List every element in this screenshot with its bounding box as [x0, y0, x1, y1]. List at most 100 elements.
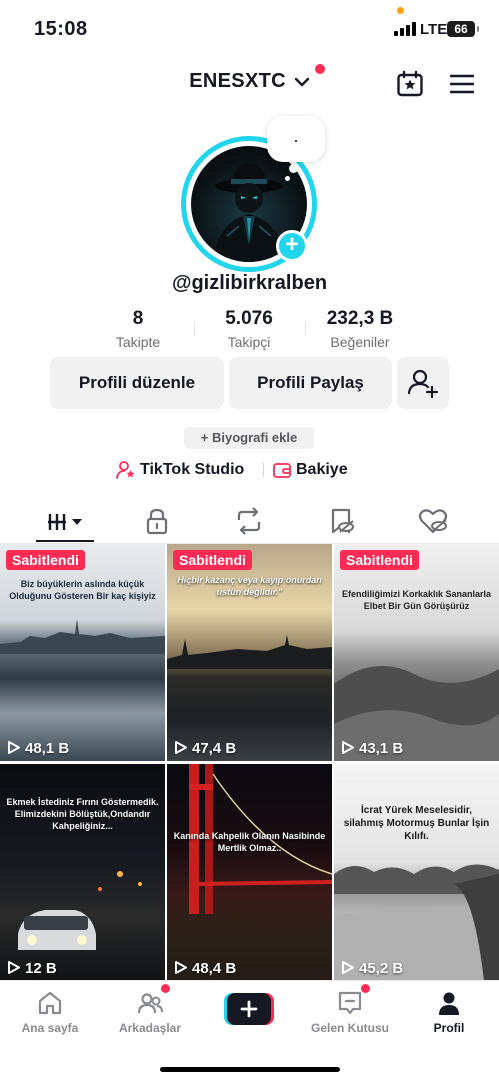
stat-followers[interactable]: 5.076 Takipçi	[189, 308, 309, 350]
nav-profile[interactable]: Profil	[404, 989, 494, 1035]
tab-reposts[interactable]	[229, 506, 269, 536]
pinned-badge: Sabitlendi	[340, 550, 419, 570]
nav-home[interactable]: Ana sayfa	[5, 989, 95, 1035]
video-thumbnail[interactable]: Ekmek İstediniz Fırını Göstermedik. Elim…	[0, 764, 165, 981]
network-label: LTE	[420, 21, 448, 38]
notification-dot	[361, 984, 370, 993]
play-icon	[175, 741, 187, 754]
repost-icon	[237, 507, 261, 535]
stat-label: Takipte	[115, 334, 161, 350]
inbox-icon	[338, 991, 362, 1015]
profile-tabs	[0, 500, 499, 544]
add-friend-button[interactable]	[397, 357, 449, 409]
battery-icon: 66	[447, 21, 479, 37]
video-grid: Sabitlendi Biz büyüklerin aslında küçük …	[0, 544, 499, 981]
video-thumbnail[interactable]: Kanında Kahpelik Olanın Nasibinde Mertli…	[167, 764, 332, 981]
tab-liked[interactable]	[413, 506, 453, 536]
account-name: ENESXTC	[189, 70, 286, 92]
nav-inbox-label: Gelen Kutusu	[310, 1021, 389, 1035]
bottom-navigation: Ana sayfa Arkadaşlar Gelen Kutusu Profil	[0, 980, 499, 1080]
bookmark-hidden-icon	[331, 508, 354, 534]
view-count: 43,1 B	[341, 740, 403, 757]
pinned-badge: Sabitlendi	[6, 550, 85, 570]
video-caption: İcrat Yürek Meselesidir, silahmış Motorm…	[343, 805, 490, 842]
skyline-shape	[0, 619, 165, 654]
stat-label: Takipçi	[227, 334, 271, 350]
chevron-down-icon	[294, 77, 309, 86]
pinned-badge: Sabitlendi	[173, 550, 252, 570]
profile-stats: 8 Takipte 5.076 Takipçi 232,3 B Beğenile…	[0, 308, 499, 358]
profile-links: TikTok Studio Bakiye	[0, 459, 499, 483]
play-icon	[8, 741, 20, 754]
privacy-indicator	[397, 7, 404, 14]
add-bio-button[interactable]: + Biyografi ekle	[184, 427, 314, 449]
play-icon	[342, 741, 354, 754]
notification-dot	[161, 984, 170, 993]
stat-value: 8	[132, 308, 144, 329]
create-button[interactable]	[224, 993, 274, 1025]
skyline-shape	[167, 635, 332, 669]
status-bar: 15:08 LTE 66	[0, 0, 499, 56]
home-icon	[38, 991, 62, 1015]
divider	[263, 463, 264, 477]
video-caption: Efendiliğimizi Korkaklık Sananlarla Elbe…	[341, 589, 492, 611]
play-icon	[175, 961, 187, 974]
video-caption: Biz büyüklerin aslında küçük Olduğunu Gö…	[9, 579, 156, 601]
add-user-icon	[407, 369, 439, 399]
share-profile-button[interactable]: Profili Paylaş	[229, 357, 392, 409]
video-thumbnail[interactable]: Sabitlendi Biz büyüklerin aslında küçük …	[0, 544, 165, 761]
view-count-text: 12 B	[25, 960, 57, 977]
wallet-icon	[273, 462, 291, 478]
balance-link[interactable]: Bakiye	[272, 459, 348, 481]
video-thumbnail[interactable]: Sabitlendi Efendiliğimizi Korkaklık Sana…	[334, 544, 499, 761]
view-count-text: 48,4 B	[192, 960, 237, 977]
nav-friends-label: Arkadaşlar	[118, 1021, 182, 1035]
view-count-text: 48,1 B	[25, 740, 70, 757]
signal-icon	[394, 22, 418, 36]
add-story-button[interactable]: +	[276, 230, 308, 262]
heart-hidden-icon	[418, 509, 448, 534]
video-thumbnail[interactable]: Sabitlendi Hiçbir kazanç veya kayıp onur…	[167, 544, 332, 761]
account-switcher[interactable]: ENESXTC	[0, 70, 499, 93]
tiktok-studio-label: TikTok Studio	[140, 461, 245, 478]
view-count-text: 45,2 B	[359, 960, 404, 977]
calendar-star-icon[interactable]	[396, 70, 424, 98]
stat-value: 232,3 B	[326, 308, 394, 329]
bridge-shape	[167, 764, 332, 981]
tab-private[interactable]	[137, 506, 177, 536]
nav-inbox[interactable]: Gelen Kutusu	[296, 989, 404, 1035]
note-bubble-tail	[289, 164, 298, 173]
notification-dot	[315, 64, 325, 74]
tab-videos[interactable]	[45, 506, 85, 536]
video-caption: Hiçbir kazanç veya kayıp onurdan üstün d…	[177, 575, 322, 597]
video-caption: Ekmek İstediniz Fırını Göstermedik. Elim…	[6, 797, 159, 831]
nav-home-label: Ana sayfa	[21, 1021, 79, 1035]
play-icon	[342, 961, 354, 974]
play-icon	[8, 961, 20, 974]
profile-header: ENESXTC	[0, 60, 499, 110]
home-indicator	[160, 1067, 340, 1072]
nav-friends[interactable]: Arkadaşlar	[105, 989, 195, 1035]
view-count: 12 B	[7, 960, 57, 977]
video-caption: Kanında Kahpelik Olanın Nasibinde Mertli…	[173, 831, 326, 853]
friends-icon	[137, 993, 163, 1014]
stat-likes[interactable]: 232,3 B Beğeniler	[300, 308, 420, 350]
nav-profile-label: Profil	[433, 1021, 465, 1035]
menu-icon[interactable]	[450, 74, 474, 94]
view-count: 45,2 B	[341, 960, 403, 977]
stat-value: 5.076	[225, 308, 273, 329]
view-count: 48,1 B	[7, 740, 69, 757]
username: @gizlibirkralben	[171, 272, 328, 294]
status-time: 15:08	[34, 18, 88, 40]
video-thumbnail[interactable]: İcrat Yürek Meselesidir, silahmış Motorm…	[334, 764, 499, 981]
view-count: 47,4 B	[174, 740, 236, 757]
note-bubble[interactable]: .	[267, 116, 325, 162]
note-bubble-tail-small	[285, 176, 290, 181]
tiktok-studio-link[interactable]: TikTok Studio	[116, 459, 244, 481]
balance-label: Bakiye	[296, 461, 348, 478]
view-count: 48,4 B	[174, 960, 236, 977]
tab-favorites[interactable]	[321, 506, 361, 536]
edit-profile-button[interactable]: Profili düzenle	[50, 357, 224, 409]
studio-icon	[116, 460, 135, 479]
stat-following[interactable]: 8 Takipte	[78, 308, 198, 350]
